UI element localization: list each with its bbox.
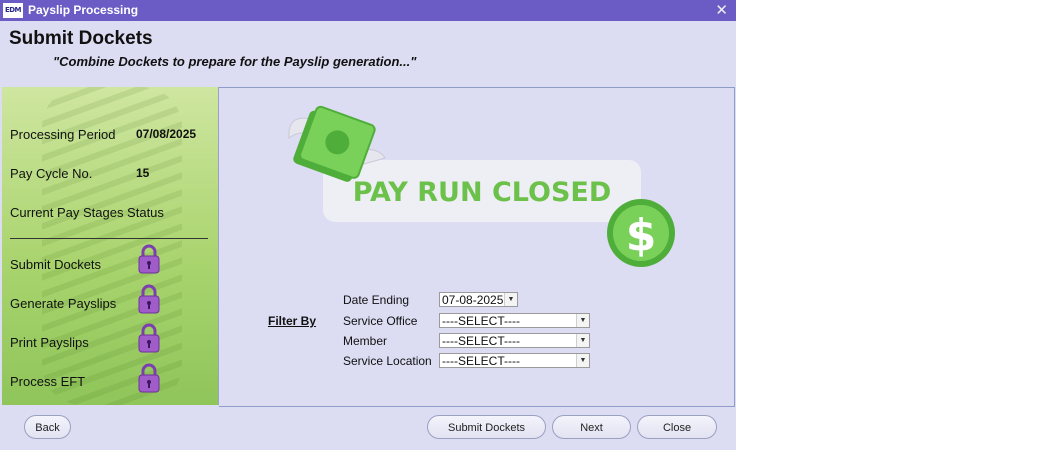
next-button[interactable]: Next <box>552 415 631 439</box>
banner-text: PAY RUN CLOSED <box>353 177 612 208</box>
date-ending-picker[interactable]: 07-08-2025 ▼ <box>439 292 518 307</box>
member-label: Member <box>343 334 388 348</box>
padlock-icon <box>138 284 160 314</box>
processing-period-value: 07/08/2025 <box>136 127 197 141</box>
padlock-icon <box>138 244 160 274</box>
dollar-coin-icon: $ <box>607 199 675 267</box>
processing-period-label: Processing Period <box>10 127 116 142</box>
dollar-sign: $ <box>626 210 657 261</box>
close-button[interactable]: Close <box>637 415 717 439</box>
service-office-label: Service Office <box>343 314 418 328</box>
chevron-down-icon[interactable]: ▼ <box>576 354 589 367</box>
date-ending-value: 07-08-2025 <box>442 293 504 307</box>
divider <box>10 238 208 239</box>
title-bar: EDM Payslip Processing ✕ <box>0 0 736 21</box>
padlock-icon <box>138 323 160 353</box>
date-ending-label: Date Ending <box>343 293 410 307</box>
pay-stages-status-heading: Current Pay Stages Status <box>10 205 164 220</box>
window-title: Payslip Processing <box>28 3 139 17</box>
pay-run-closed-banner: PAY RUN CLOSED $ <box>288 105 675 267</box>
service-office-select[interactable]: ----SELECT---- ▼ <box>439 313 590 328</box>
pay-status-panel: Processing Period 07/08/2025 Pay Cycle N… <box>2 87 219 405</box>
member-select[interactable]: ----SELECT---- ▼ <box>439 333 590 348</box>
stage-submit-dockets: Submit Dockets <box>10 257 102 272</box>
pay-cycle-value: 15 <box>136 166 150 180</box>
chevron-down-icon[interactable]: ▼ <box>576 314 589 327</box>
padlock-icon <box>138 363 160 393</box>
service-location-select[interactable]: ----SELECT---- ▼ <box>439 353 590 368</box>
submit-dockets-button[interactable]: Submit Dockets <box>427 415 546 439</box>
service-office-value: ----SELECT---- <box>442 314 520 328</box>
service-location-label: Service Location <box>343 354 432 368</box>
pay-cycle-label: Pay Cycle No. <box>10 166 93 181</box>
payslip-processing-window: EDM Payslip Processing ✕ Submit Dockets … <box>0 0 736 450</box>
filter-by-label: Filter By <box>268 314 317 328</box>
chevron-down-icon[interactable]: ▼ <box>504 293 517 306</box>
stage-generate-payslips: Generate Payslips <box>10 296 117 311</box>
window-close-icon[interactable]: ✕ <box>715 1 728 19</box>
page-subtitle: "Combine Dockets to prepare for the Pays… <box>53 54 417 69</box>
app-logo: EDM <box>3 3 23 18</box>
stage-print-payslips: Print Payslips <box>10 335 89 350</box>
back-button[interactable]: Back <box>24 415 71 439</box>
member-value: ----SELECT---- <box>442 334 520 348</box>
stage-process-eft: Process EFT <box>10 374 86 389</box>
chevron-down-icon[interactable]: ▼ <box>576 334 589 347</box>
service-location-value: ----SELECT---- <box>442 354 520 368</box>
page-title: Submit Dockets <box>9 28 153 49</box>
